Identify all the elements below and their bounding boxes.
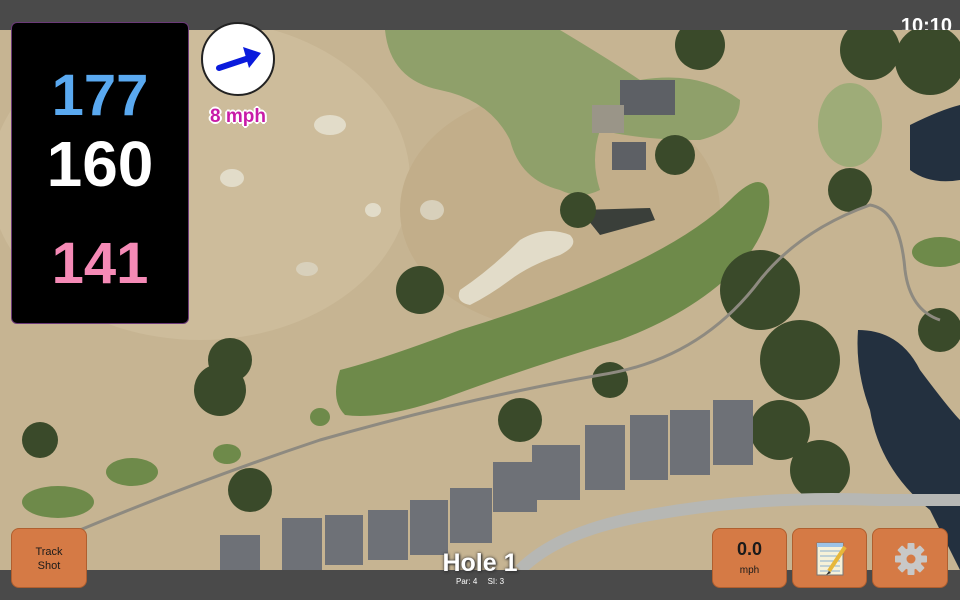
- gear-icon: [895, 543, 927, 575]
- back-distance: 177: [51, 63, 149, 128]
- hole-si: SI: 3: [487, 577, 505, 586]
- front-distance: 141: [51, 231, 149, 296]
- scorecard-button[interactable]: [792, 528, 867, 588]
- settings-button[interactable]: [872, 528, 948, 588]
- hole-title: Hole 1: [442, 549, 518, 577]
- track-shot-label-2: Shot: [37, 560, 61, 572]
- speed-unit: mph: [739, 565, 760, 576]
- center-distance: 160: [46, 128, 154, 200]
- speed-value: 0.0: [736, 539, 763, 559]
- wind-speed: 8 mph: [210, 106, 266, 127]
- distance-panel: 177 160 141: [11, 22, 189, 324]
- hole-par: Par: 4: [455, 577, 478, 586]
- track-shot-button[interactable]: Track Shot: [11, 528, 87, 588]
- arrow-icon: [216, 47, 261, 71]
- wind-indicator: [201, 22, 275, 96]
- hole-info: Par: 4 SI: 3: [380, 577, 580, 586]
- notepad-icon: [816, 542, 847, 576]
- track-shot-label-1: Track: [35, 546, 63, 558]
- speed-button[interactable]: 0.0 mph: [712, 528, 787, 588]
